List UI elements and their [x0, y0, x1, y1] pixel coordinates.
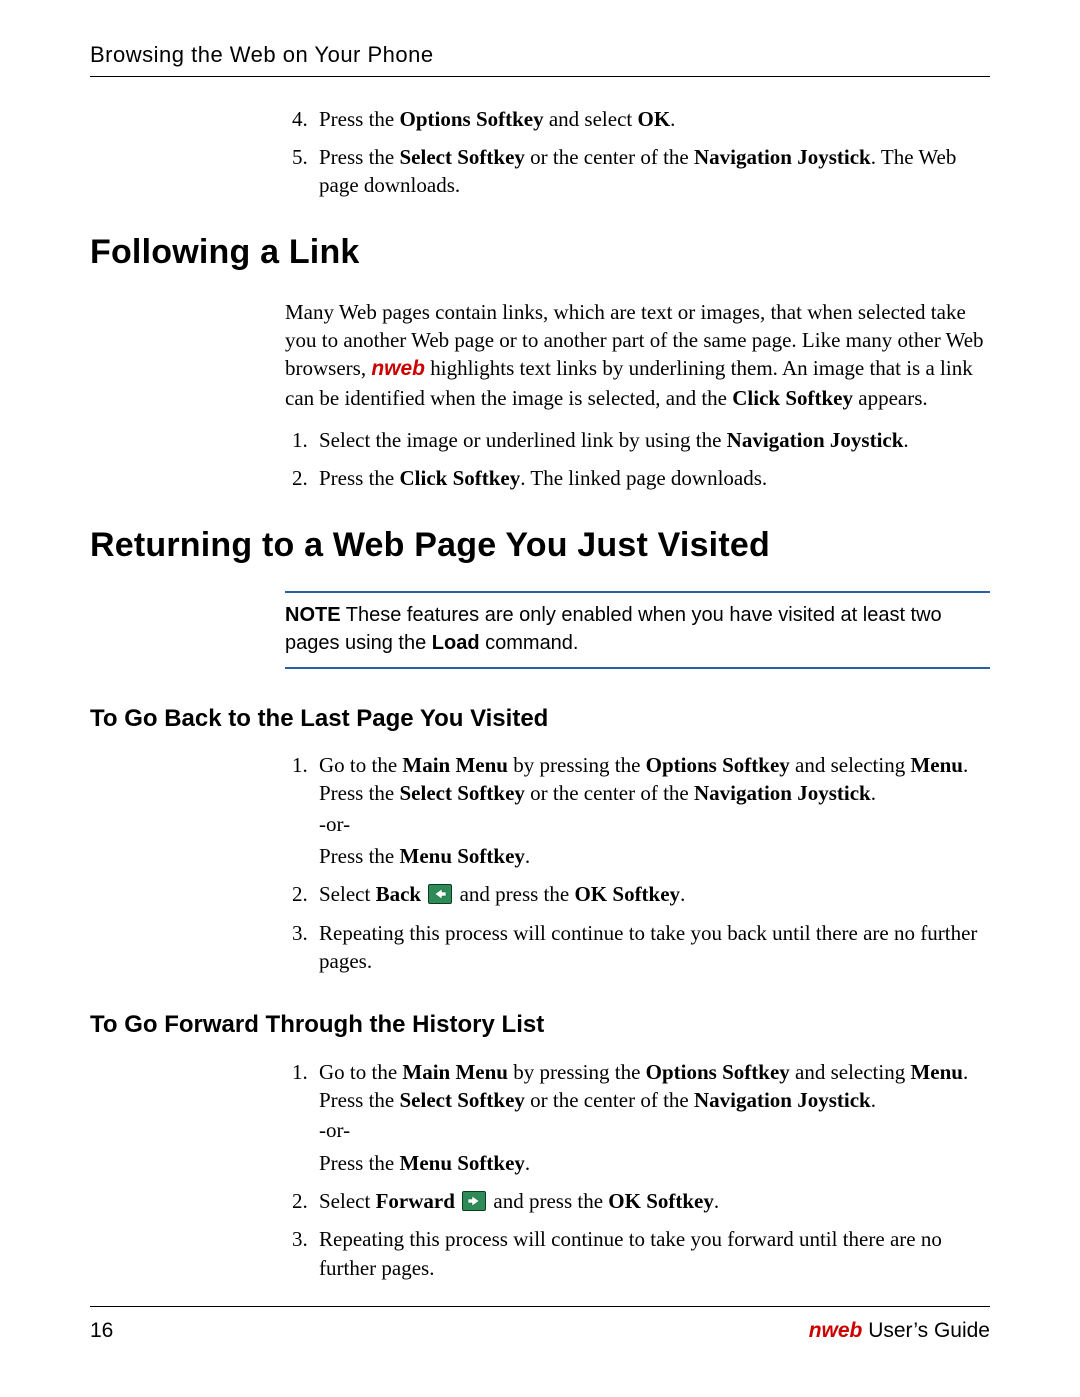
text: Go to the — [319, 1060, 402, 1084]
or-divider: -or- — [319, 1116, 990, 1144]
sub1-step-2: Select Back and press the OK Softkey. — [313, 880, 990, 908]
text: . — [525, 844, 530, 868]
bold-text: Click Softkey — [732, 386, 853, 410]
text: . — [714, 1189, 719, 1213]
bold-text: Back — [376, 882, 422, 906]
text: . — [903, 428, 908, 452]
sub1-step-1: Go to the Main Menu by pressing the Opti… — [313, 751, 990, 870]
bold-text: Navigation Joystick — [694, 781, 871, 805]
back-arrow-icon — [428, 884, 452, 904]
sub2-step-3: Repeating this process will continue to … — [313, 1225, 990, 1282]
bold-text: OK Softkey — [574, 882, 680, 906]
bold-text: Main Menu — [402, 1060, 508, 1084]
text: or the center of the — [525, 145, 694, 169]
section1-body: Many Web pages contain links, which are … — [285, 298, 990, 493]
note-wrap: NOTE These features are only enabled whe… — [285, 591, 990, 669]
text: Select — [319, 882, 376, 906]
or-divider: -or- — [319, 810, 990, 838]
note-text: These features are only enabled when you… — [285, 604, 942, 654]
sub2-step-1: Go to the Main Menu by pressing the Opti… — [313, 1058, 990, 1177]
bold-text: Load — [432, 632, 480, 654]
bold-text: Menu Softkey — [400, 1151, 525, 1175]
bold-text: OK Softkey — [608, 1189, 714, 1213]
bold-text: Forward — [376, 1189, 455, 1213]
text: . — [670, 107, 675, 131]
bold-text: Navigation Joystick — [694, 145, 871, 169]
text: . — [871, 1088, 876, 1112]
footer-guide-text: User’s Guide — [862, 1319, 990, 1342]
section1-step-1: Select the image or underlined link by u… — [313, 426, 990, 454]
section-heading-returning: Returning to a Web Page You Just Visited — [90, 523, 990, 569]
intro-steps-block: Press the Options Softkey and select OK.… — [285, 105, 990, 200]
text: . — [680, 882, 685, 906]
text: Press the — [319, 466, 400, 490]
running-head: Browsing the Web on Your Phone — [90, 40, 990, 77]
note-box: NOTE These features are only enabled whe… — [285, 591, 990, 669]
text: Press the — [319, 1151, 400, 1175]
sub1-step-3: Repeating this process will continue to … — [313, 919, 990, 976]
intro-steps-list: Press the Options Softkey and select OK.… — [285, 105, 990, 200]
sub2-step-2: Select Forward and press the OK Softkey. — [313, 1187, 990, 1215]
bold-text: Options Softkey — [646, 1060, 790, 1084]
section-heading-following-link: Following a Link — [90, 230, 990, 276]
intro-step-4: Press the Options Softkey and select OK. — [313, 105, 990, 133]
page-content: Browsing the Web on Your Phone Press the… — [90, 40, 990, 1357]
text: Press the — [319, 844, 400, 868]
text: and select — [544, 107, 638, 131]
bold-text: Select Softkey — [400, 781, 525, 805]
text: . The linked page downloads. — [520, 466, 767, 490]
sub2-body: Go to the Main Menu by pressing the Opti… — [285, 1058, 990, 1282]
bold-text: Navigation Joystick — [694, 1088, 871, 1112]
text: Go to the — [319, 753, 402, 777]
brand-nweb: nweb — [809, 1319, 863, 1342]
bold-text: Select Softkey — [400, 1088, 525, 1112]
text: or the center of the — [525, 1088, 694, 1112]
bold-text: Navigation Joystick — [727, 428, 904, 452]
text: Press the — [319, 107, 400, 131]
section1-step-2: Press the Click Softkey. The linked page… — [313, 464, 990, 492]
brand-nweb: nweb — [371, 357, 425, 380]
bold-text: Select Softkey — [400, 145, 525, 169]
text: and press the — [493, 1189, 608, 1213]
subsection-go-forward: To Go Forward Through the History List — [90, 1009, 990, 1041]
section1-paragraph: Many Web pages contain links, which are … — [285, 298, 990, 412]
text: Select the image or underlined link by u… — [319, 428, 727, 452]
bold-text: Main Menu — [402, 753, 508, 777]
page-number: 16 — [90, 1317, 113, 1345]
text: and press the — [460, 882, 575, 906]
text: . — [871, 781, 876, 805]
section1-steps: Select the image or underlined link by u… — [285, 426, 990, 493]
bold-text: Menu Softkey — [400, 844, 525, 868]
note-text: command. — [480, 632, 579, 654]
text: or the center of the — [525, 781, 694, 805]
text: by pressing the — [508, 753, 646, 777]
bold-text: Click Softkey — [400, 466, 521, 490]
footer-title: nweb User’s Guide — [809, 1317, 990, 1345]
sub1-steps: Go to the Main Menu by pressing the Opti… — [285, 751, 990, 975]
bold-text: Menu — [910, 753, 963, 777]
intro-step-5: Press the Select Softkey or the center o… — [313, 143, 990, 200]
text: and selecting — [790, 753, 911, 777]
sub1-body: Go to the Main Menu by pressing the Opti… — [285, 751, 990, 975]
sub2-steps: Go to the Main Menu by pressing the Opti… — [285, 1058, 990, 1282]
subsection-go-back: To Go Back to the Last Page You Visited — [90, 703, 990, 735]
note-label: NOTE — [285, 604, 341, 626]
bold-text: OK — [637, 107, 670, 131]
bold-text: Options Softkey — [400, 107, 544, 131]
forward-arrow-icon — [462, 1191, 486, 1211]
text: Select — [319, 1189, 376, 1213]
bold-text: Options Softkey — [646, 753, 790, 777]
bold-text: Menu — [910, 1060, 963, 1084]
text: . — [525, 1151, 530, 1175]
text: and selecting — [790, 1060, 911, 1084]
text: by pressing the — [508, 1060, 646, 1084]
text: appears. — [853, 386, 928, 410]
text: Press the — [319, 145, 400, 169]
page-footer: 16 nweb User’s Guide — [90, 1306, 990, 1345]
